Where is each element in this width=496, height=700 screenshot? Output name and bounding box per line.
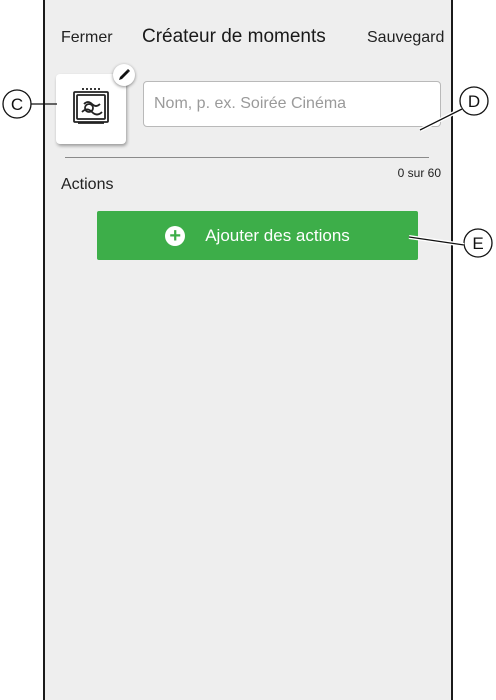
callout-d-label: D <box>468 92 480 111</box>
actions-counter: 0 sur 60 <box>397 166 441 180</box>
edit-icon-button[interactable] <box>113 64 135 86</box>
moment-name-input[interactable] <box>143 81 441 127</box>
phone-screen: Fermer Créateur de moments Sauvegard Nom… <box>43 0 453 700</box>
section-divider <box>65 157 429 158</box>
add-actions-button[interactable]: + Ajouter des actions <box>97 211 418 260</box>
add-actions-label: Ajouter des actions <box>205 225 350 245</box>
screenshot-stage: Fermer Créateur de moments Sauvegard Nom… <box>0 0 496 700</box>
callout-e-label: E <box>472 234 483 253</box>
callout-c-label: C <box>11 95 23 114</box>
actions-label: Actions <box>61 176 114 193</box>
save-button[interactable]: Sauvegard <box>367 28 451 48</box>
plus-circle-icon: + <box>165 225 186 246</box>
page-title: Créateur de moments <box>142 26 326 47</box>
close-button[interactable]: Fermer <box>61 28 113 48</box>
pencil-icon <box>119 68 131 80</box>
